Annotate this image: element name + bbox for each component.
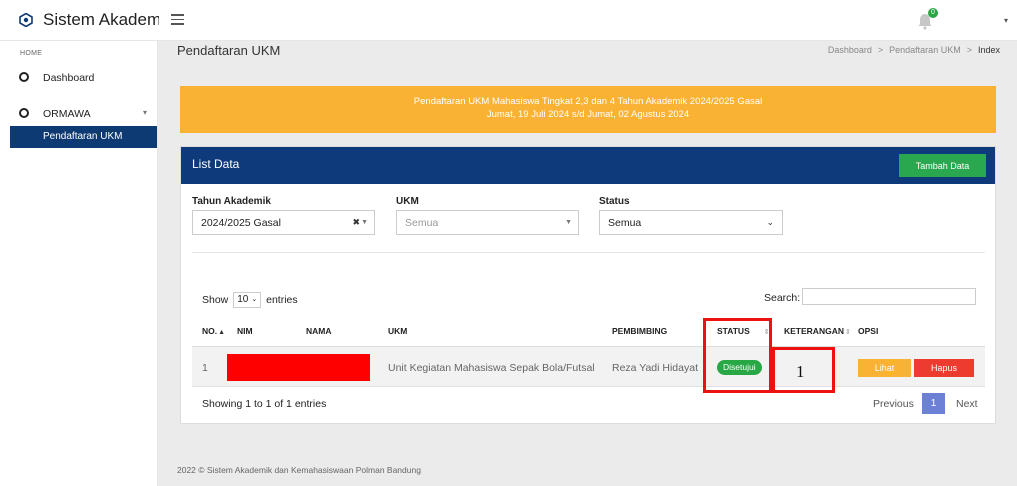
show-entries: Show 10 ⌄ entries (202, 292, 298, 308)
chevron-down-icon: ⌄ (251, 296, 258, 303)
sort-asc-icon: ▲ (218, 329, 226, 336)
cell-pembimbing: Reza Yadi Hidayat (612, 362, 698, 374)
card-title: List Data (192, 157, 240, 171)
user-menu-chevron-icon[interactable]: ▾ (1004, 16, 1008, 25)
th-nama[interactable]: NAMA (306, 326, 332, 336)
sidebar-item-label: ORMAWA (43, 108, 91, 120)
pagination-page-1[interactable]: 1 (922, 393, 945, 414)
circle-icon (19, 72, 29, 82)
chevron-down-icon: ⌄ (766, 217, 774, 227)
annotation-box-status (703, 318, 772, 393)
entries-value: 10 (237, 294, 249, 305)
cell-ukm: Unit Kegiatan Mahasiswa Sepak Bola/Futsa… (388, 362, 595, 374)
cell-no: 1 (202, 362, 208, 374)
pagination-previous[interactable]: Previous (873, 398, 914, 410)
th-pembimbing[interactable]: PEMBIMBING (612, 326, 667, 336)
chevron-down-icon: ▼ (565, 219, 572, 226)
filter-ukm-select[interactable]: Semua ▼ (396, 210, 579, 235)
page-footer: 2022 © Sistem Akademik dan Kemahasiswaan… (177, 465, 421, 475)
pagination-next[interactable]: Next (956, 398, 978, 410)
sidebar-subitem-label: Pendaftaran UKM (43, 131, 123, 142)
redacted-nim-nama (227, 354, 370, 381)
notification-badge: 0 (928, 8, 938, 18)
announcement-banner: Pendaftaran UKM Mahasiswa Tingkat 2,3 da… (180, 86, 996, 133)
th-keterangan-label: KETERANGAN (784, 326, 844, 336)
th-ukm[interactable]: UKM (388, 326, 407, 336)
filter-tahun-label: Tahun Akademik (192, 196, 271, 207)
filter-ukm-placeholder: Semua (405, 217, 439, 229)
circle-icon (19, 108, 29, 118)
divider (192, 252, 985, 253)
entries-label: entries (266, 293, 298, 306)
filter-ukm-label: UKM (396, 196, 419, 207)
breadcrumb-pendaftaran-ukm[interactable]: Pendaftaran UKM (889, 45, 961, 55)
clear-icon[interactable]: ✖ (352, 217, 360, 228)
app-title: Sistem Akademik (43, 10, 159, 29)
menu-toggle-icon[interactable] (171, 14, 184, 25)
sidebar-subitem-pendaftaran-ukm[interactable]: Pendaftaran UKM (10, 126, 157, 148)
filter-status-label: Status (599, 196, 630, 207)
chevron-down-icon: ▾ (143, 108, 148, 117)
search-input[interactable] (802, 288, 976, 305)
delete-button[interactable]: Hapus (914, 359, 974, 377)
breadcrumb-separator-icon: > (966, 45, 972, 55)
breadcrumb: Dashboard > Pendaftaran UKM > Index (828, 45, 1000, 55)
table-info: Showing 1 to 1 of 1 entries (202, 398, 327, 410)
annotation-number: 1 (796, 362, 805, 381)
sidebar-section-header: HOME (20, 50, 43, 57)
filter-tahun-select[interactable]: 2024/2025 Gasal ✖ ▼ (192, 210, 375, 235)
sidebar-item-label: Dashboard (43, 72, 95, 84)
breadcrumb-separator-icon: > (877, 45, 884, 55)
th-no[interactable]: NO.▲ (202, 326, 225, 336)
th-keterangan[interactable]: KETERANGAN⇕ (784, 326, 851, 336)
breadcrumb-dashboard[interactable]: Dashboard (828, 45, 872, 55)
add-data-button[interactable]: Tambah Data (899, 154, 986, 177)
banner-line-1: Pendaftaran UKM Mahasiswa Tingkat 2,3 da… (413, 96, 763, 107)
entries-select[interactable]: 10 ⌄ (233, 292, 262, 308)
th-opsi: OPSI (858, 326, 879, 336)
breadcrumb-current: Index (977, 45, 1000, 55)
show-label: Show (202, 293, 229, 306)
sidebar-item-dashboard[interactable]: Dashboard (0, 67, 158, 89)
sidebar-item-ormawa[interactable]: ORMAWA ▾ (0, 103, 158, 125)
filter-status-select[interactable]: Semua ⌄ (599, 210, 783, 235)
page-title: Pendaftaran UKM (177, 43, 281, 58)
th-nim[interactable]: NIM (237, 326, 253, 336)
search-label: Search: (764, 292, 801, 304)
filter-status-value: Semua (608, 217, 642, 229)
th-no-label: NO. (202, 326, 218, 336)
list-data-card: List Data Tambah Data Tahun Akademik 202… (180, 146, 996, 424)
banner-line-2: Jumat, 19 Juli 2024 s/d Jumat, 02 Agustu… (486, 109, 690, 120)
filter-tahun-value: 2024/2025 Gasal (201, 217, 281, 229)
logo-icon (19, 13, 33, 27)
sidebar: HOME Dashboard ORMAWA ▾ Pendaftaran UKM (0, 41, 158, 486)
card-header: List Data Tambah Data (181, 147, 995, 184)
top-bar: Sistem Akademik 0 ▾ (0, 0, 1017, 41)
sort-icon: ⇕ (844, 329, 851, 336)
view-button[interactable]: Lihat (858, 359, 911, 377)
chevron-down-icon: ▼ (361, 219, 368, 226)
